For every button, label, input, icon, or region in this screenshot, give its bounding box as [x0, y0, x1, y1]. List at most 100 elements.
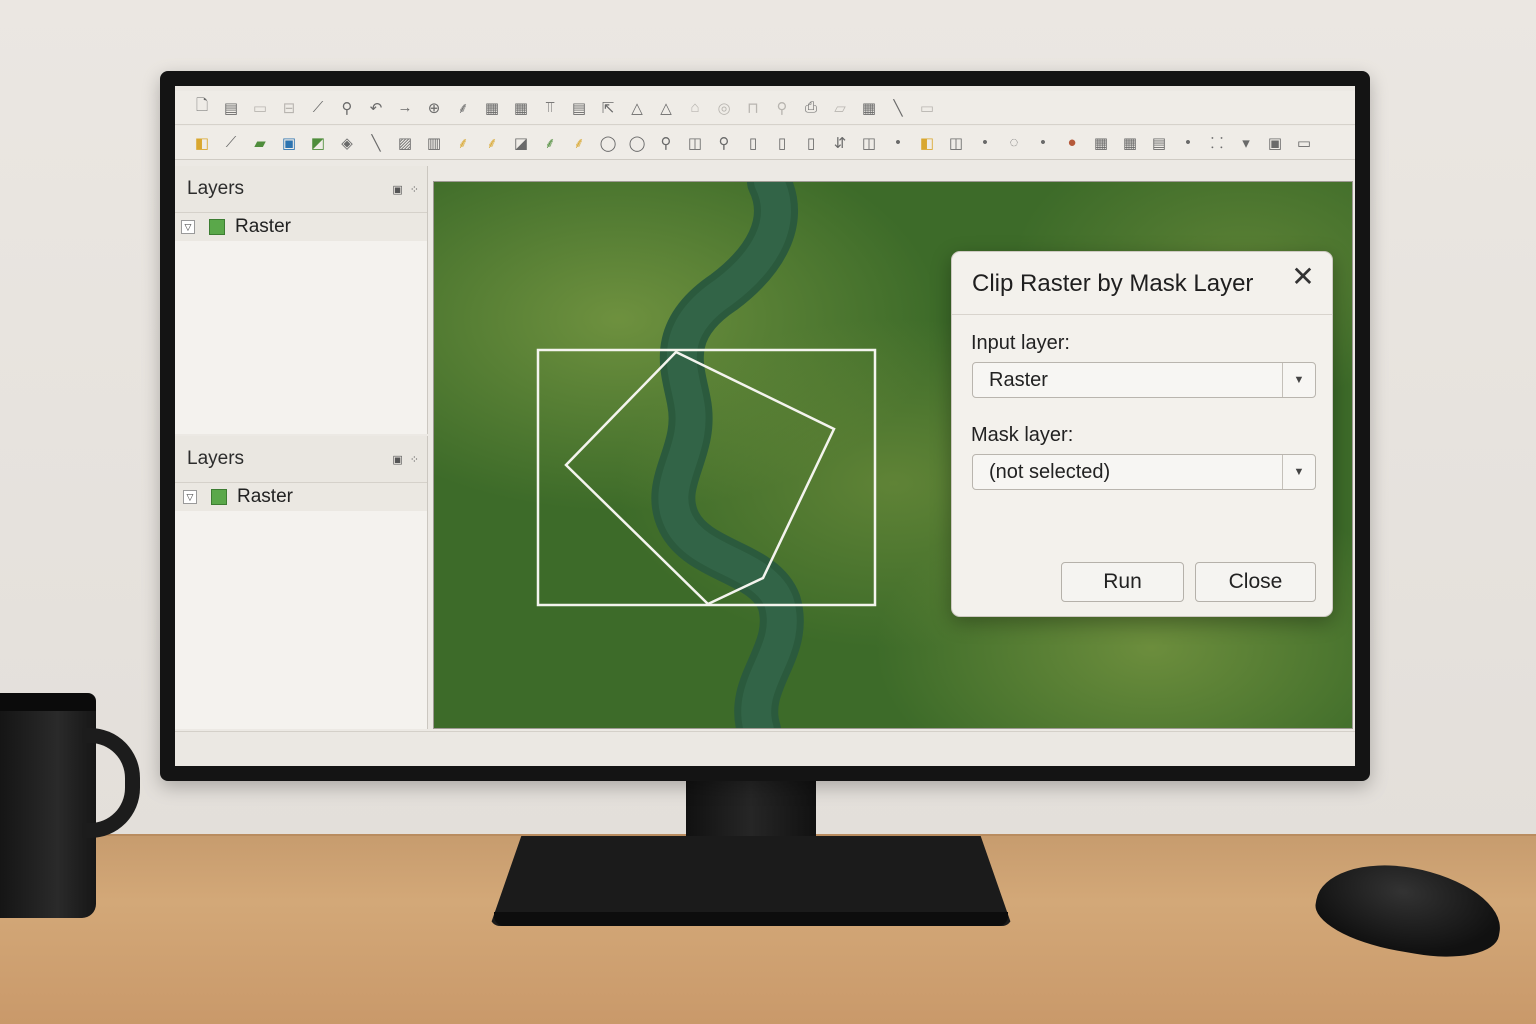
settings-dropdown-icon[interactable]: ⸬	[1204, 130, 1230, 156]
layers-panel-title: Layers	[187, 448, 245, 469]
label-icon[interactable]: ▭	[914, 95, 940, 121]
dialog-title: Clip Raster by Mask Layer	[972, 270, 1254, 297]
shape-icon[interactable]: ▯	[798, 130, 824, 156]
plugin-icon[interactable]: ⸙	[479, 130, 505, 156]
spreadsheet-icon[interactable]: ▦	[1117, 130, 1143, 156]
globe-icon[interactable]: ⸙	[537, 130, 563, 156]
dialog-divider	[952, 314, 1332, 315]
expand-toggle-icon[interactable]: ▽	[183, 490, 197, 504]
mask-layer-value: (not selected)	[989, 461, 1111, 483]
layers-panel-1: Layers ▣ ⁘ ▽ Raster	[175, 166, 428, 434]
extra-icon[interactable]: ▭	[1291, 130, 1317, 156]
clip-raster-dialog: Clip Raster by Mask Layer ✕ Input layer:…	[951, 251, 1333, 617]
input-layer-value: Raster	[989, 369, 1048, 391]
document-icon[interactable]: ◪	[508, 130, 534, 156]
bookmark-icon[interactable]: ⊓	[740, 95, 766, 121]
folder-icon[interactable]: ▱	[827, 95, 853, 121]
panel-controls-icon[interactable]: ▣ ⁘	[392, 453, 421, 466]
comment-icon[interactable]: ◯	[595, 130, 621, 156]
input-layer-select[interactable]: Raster ▼	[972, 362, 1316, 398]
layers-panel-title: Layers	[187, 178, 245, 199]
digitize-icon[interactable]: ⟋	[305, 95, 331, 121]
dot-more-icon[interactable]: •	[1175, 130, 1201, 156]
raster-layer-swatch-icon	[209, 219, 225, 235]
pan-icon[interactable]: ⊕	[421, 95, 447, 121]
attribute-table-icon[interactable]: ▤	[566, 95, 592, 121]
frame-icon[interactable]: ▣	[1262, 130, 1288, 156]
pencil-icon[interactable]: ╲	[363, 130, 389, 156]
globe-plugin-icon[interactable]: ⸙	[566, 130, 592, 156]
layer-name: Raster	[237, 486, 293, 507]
triangle-outline-icon[interactable]: △	[653, 95, 679, 121]
grid-icon[interactable]: ▦	[508, 95, 534, 121]
home-icon[interactable]: ⌂	[682, 95, 708, 121]
dropdown-arrow-icon[interactable]: ▾	[1233, 130, 1259, 156]
layers-panel-header: Layers ▣ ⁘	[175, 436, 427, 483]
status-bar	[175, 731, 1355, 766]
triangle-icon[interactable]: △	[624, 95, 650, 121]
vector-layer-icon[interactable]: ▰	[247, 130, 273, 156]
lock-icon[interactable]: ▯	[769, 130, 795, 156]
copy-icon[interactable]: ◫	[943, 130, 969, 156]
split-icon[interactable]: ⇵	[827, 130, 853, 156]
toolbar-bottom: ◧ ⟋ ▰ ▣ ◩ ◈ ╲ ▨ ▥ ⸙ ⸙ ◪ ⸙ ⸙ ◯ ◯ ⚲ ◫ ⚲ ▯ ▯ ▯ ⇵ ◫ • ◧ ◫ • ◌ • ● ▦ ▦ ▤ • ⸬ ▾ ▣ ▭	[175, 126, 1355, 160]
edit-line-icon[interactable]: ⟋	[218, 130, 244, 156]
layout-icon[interactable]: ⊟	[276, 95, 302, 121]
monitor-stand-foot	[494, 912, 1008, 926]
table-view-icon[interactable]: ▦	[856, 95, 882, 121]
identify-icon[interactable]: ⸙	[450, 95, 476, 121]
magnifier-icon[interactable]: ⚲	[653, 130, 679, 156]
open-icon[interactable]: ▤	[218, 95, 244, 121]
raster-layer-swatch-icon	[211, 489, 227, 505]
print-icon[interactable]: ⎙	[798, 95, 824, 121]
new-project-icon[interactable]: 🗋	[189, 95, 215, 121]
table-icon[interactable]: ▦	[479, 95, 505, 121]
python-icon[interactable]: ⸙	[450, 130, 476, 156]
column-icon[interactable]: ▯	[740, 130, 766, 156]
monitor: 🗋 ▤ ▭ ⊟ ⟋ ⚲ ↶ → ⊕ ⸙ ▦ ▦ ⫪ ▤ ⇱ △ △ ⌂ ◎ ⊓ ⚲ ⎙ ▱ ▦ ╲ ▭ ◧ ⟋ ▰ ▣ ◩ ◈ ╲ ▨ ▥ ⸙ ⸙ ◪ ⸙…	[160, 71, 1370, 781]
merge-icon[interactable]: ◈	[334, 130, 360, 156]
shape-color-icon[interactable]: ●	[1059, 130, 1085, 156]
undo-icon[interactable]: ↶	[363, 95, 389, 121]
zoom-icon[interactable]: ⚲	[334, 95, 360, 121]
measure-icon[interactable]: ⫪	[537, 95, 563, 121]
add-layer-icon[interactable]: ◧	[189, 130, 215, 156]
calculator-icon[interactable]: ▦	[1088, 130, 1114, 156]
mask-layer-select[interactable]: (not selected) ▼	[972, 454, 1316, 490]
dot-icon[interactable]: •	[885, 130, 911, 156]
layers-panel-header: Layers ▣ ⁘	[175, 166, 427, 213]
composer-icon[interactable]: ◫	[856, 130, 882, 156]
layer-item-raster[interactable]: ▽ Raster	[175, 483, 427, 511]
run-button[interactable]: Run	[1061, 562, 1184, 602]
style-icon[interactable]: ◧	[914, 130, 940, 156]
map-icon[interactable]: ▥	[421, 130, 447, 156]
select-icon[interactable]: ⇱	[595, 95, 621, 121]
chart-icon[interactable]: ▤	[1146, 130, 1172, 156]
chevron-down-icon[interactable]: ▼	[1282, 455, 1315, 489]
dot-small-icon[interactable]: •	[972, 130, 998, 156]
layers-panel-2: Layers ▣ ⁘ ▽ Raster	[175, 436, 428, 729]
image-icon[interactable]: ▨	[392, 130, 418, 156]
layer-item-raster[interactable]: ▽ Raster	[175, 213, 427, 241]
qgis-window: 🗋 ▤ ▭ ⊟ ⟋ ⚲ ↶ → ⊕ ⸙ ▦ ▦ ⫪ ▤ ⇱ △ △ ⌂ ◎ ⊓ ⚲ ⎙ ▱ ▦ ╲ ▭ ◧ ⟋ ▰ ▣ ◩ ◈ ╲ ▨ ▥ ⸙ ⸙ ◪ ⸙…	[175, 86, 1355, 766]
speech-icon[interactable]: ◯	[624, 130, 650, 156]
mask-layer-label: Mask layer:	[971, 424, 1074, 446]
layer-filter-icon[interactable]: ◫	[682, 130, 708, 156]
save-icon[interactable]: ▭	[247, 95, 273, 121]
panel-controls-icon[interactable]: ▣ ⁘	[392, 183, 421, 196]
raster-layer-icon[interactable]: ▣	[276, 130, 302, 156]
locate-icon[interactable]: ⚲	[711, 130, 737, 156]
polygon-layer-icon[interactable]: ◩	[305, 130, 331, 156]
dot-tiny-icon[interactable]: •	[1030, 130, 1056, 156]
desk-scene: 🗋 ▤ ▭ ⊟ ⟋ ⚲ ↶ → ⊕ ⸙ ▦ ▦ ⫪ ▤ ⇱ △ △ ⌂ ◎ ⊓ ⚲ ⎙ ▱ ▦ ╲ ▭ ◧ ⟋ ▰ ▣ ◩ ◈ ╲ ▨ ▥ ⸙ ⸙ ◪ ⸙…	[0, 0, 1536, 1024]
close-icon[interactable]: ✕	[1288, 262, 1318, 292]
chevron-down-icon[interactable]: ▼	[1282, 363, 1315, 397]
circle-icon[interactable]: ◎	[711, 95, 737, 121]
mug-rim	[0, 693, 96, 711]
search-icon[interactable]: ⚲	[769, 95, 795, 121]
expand-toggle-icon[interactable]: ▽	[181, 220, 195, 234]
sphere-icon[interactable]: ◌	[1001, 130, 1027, 156]
line-icon[interactable]: ╲	[885, 95, 911, 121]
redo-icon[interactable]: →	[392, 95, 418, 121]
close-button[interactable]: Close	[1195, 562, 1316, 602]
